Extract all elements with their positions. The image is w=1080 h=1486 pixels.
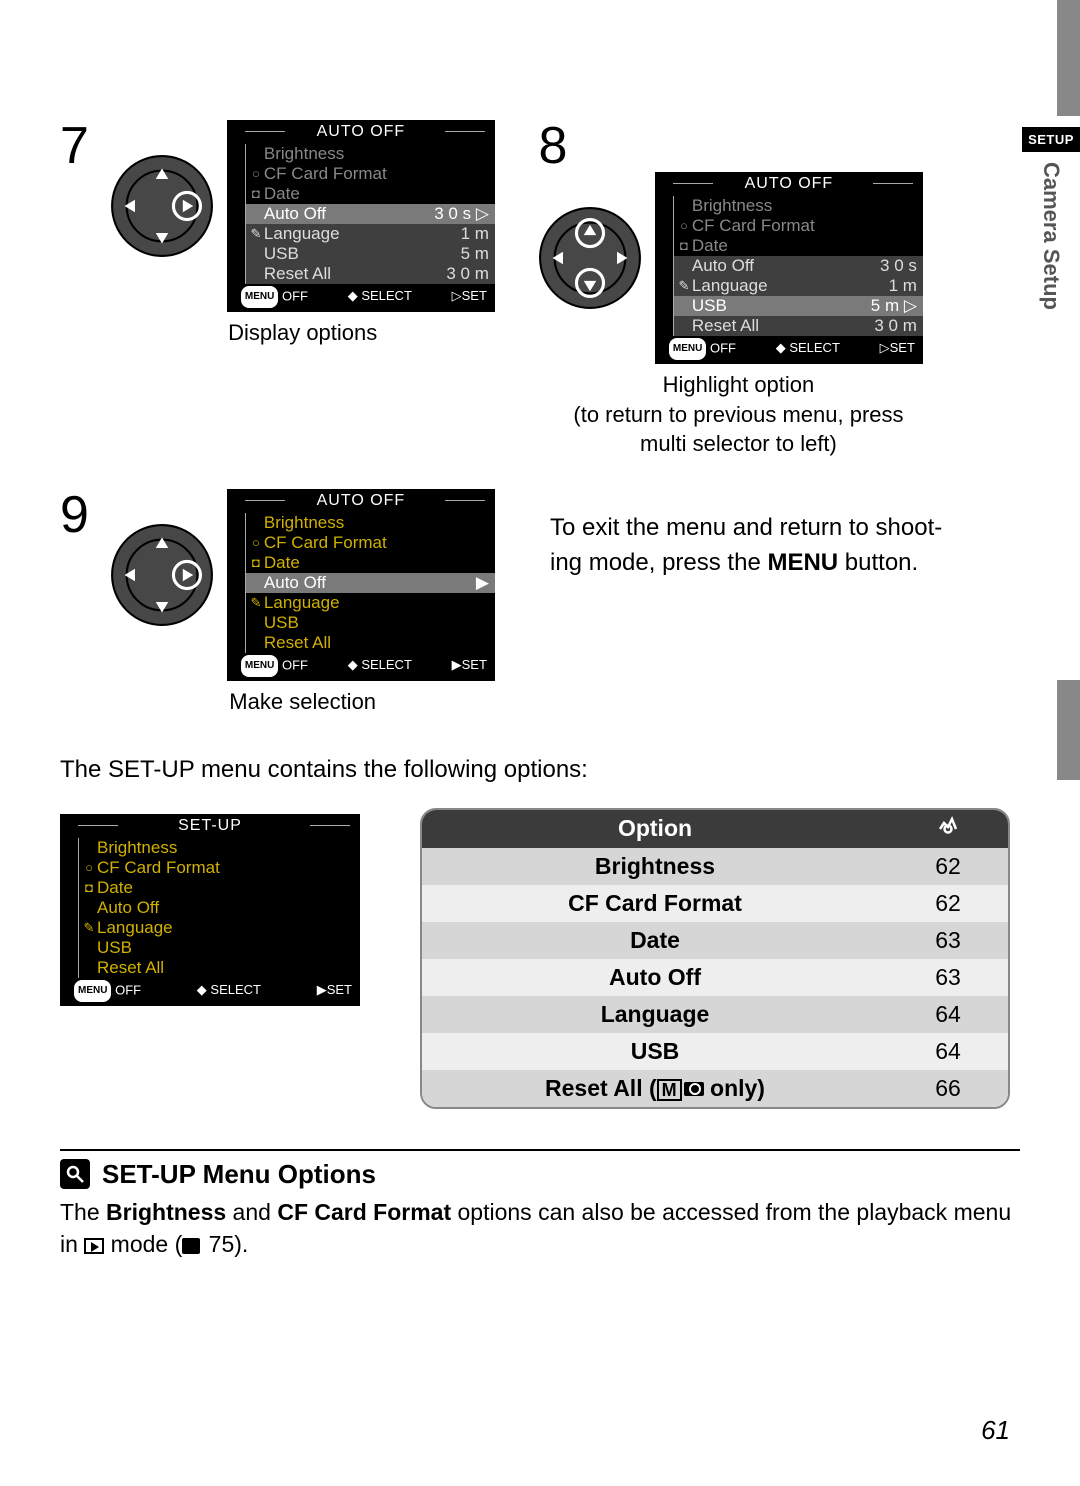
screen-items: Brightness○CF Card Format◘DateAuto Off✎L… xyxy=(78,838,360,978)
step-9: 9 AUTO O xyxy=(60,489,520,717)
note-title: SET-UP Menu Options xyxy=(102,1159,376,1190)
intro-text: The SET-UP menu contains the following o… xyxy=(60,753,1020,788)
note-body: The Brightness and CF Card Format option… xyxy=(60,1196,1020,1260)
screen-title: AUTO OFF xyxy=(227,122,495,142)
header-option: Option xyxy=(422,810,888,848)
note-heading: SET-UP Menu Options xyxy=(60,1149,1020,1190)
lcd-screen: AUTO OFF Brightness○CF Card Format◘DateA… xyxy=(227,489,495,681)
step-number: 9 xyxy=(60,489,106,541)
note-section: SET-UP Menu Options The Brightness and C… xyxy=(60,1149,1020,1260)
step-caption: Display options xyxy=(110,318,494,348)
lcd-screen: AUTO OFF Brightness○CF Card Format◘DateA… xyxy=(227,120,495,312)
step-caption: Highlight option (to return to previous … xyxy=(498,370,978,459)
header-page-icon xyxy=(888,810,1008,848)
step-number: 8 xyxy=(538,120,584,172)
step-number: 7 xyxy=(60,120,106,172)
screen-footer: MENU OFF ◆ SELECT ▷SET xyxy=(227,284,495,310)
playback-icon xyxy=(84,1238,104,1254)
screen-items: Brightness○CF Card Format◘DateAuto Off▶✎… xyxy=(245,513,495,653)
exit-instruction: To exit the menu and return to shoot- in… xyxy=(550,511,1020,581)
table-body: Brightness62CF Card Format62Date63Auto O… xyxy=(422,848,1008,1107)
dpad-icon xyxy=(110,523,214,627)
step-caption: Make selection xyxy=(110,687,494,717)
screen-footer: MENU OFF ◆ SELECT ▷SET xyxy=(655,336,923,362)
page-ref-icon xyxy=(182,1238,200,1254)
screen-items: Brightness○CF Card Format◘DateAuto Off3 … xyxy=(673,196,923,336)
screen-footer: MENU OFF ◆ SELECT ▶SET xyxy=(227,653,495,679)
table-header: Option xyxy=(422,810,1008,848)
screen-title: AUTO OFF xyxy=(655,174,923,194)
dpad-icon xyxy=(538,206,642,310)
screen-title: AUTO OFF xyxy=(227,491,495,511)
screen-items: Brightness○CF Card Format◘DateAuto Off3 … xyxy=(245,144,495,284)
screen-title: SET-UP xyxy=(60,816,360,836)
dpad-icon xyxy=(110,154,214,258)
step-8: 8 AUTO OFF Brig xyxy=(538,120,998,459)
note-icon xyxy=(60,1159,90,1189)
page-number: 61 xyxy=(981,1415,1010,1446)
lcd-screen: AUTO OFF Brightness○CF Card Format◘DateA… xyxy=(655,172,923,364)
screen-footer: MENU OFF ◆ SELECT ▶SET xyxy=(60,978,360,1004)
options-table: Option Brightness62CF Card Format62Date6… xyxy=(420,808,1010,1109)
step-7: 7 AUTO OFF Brightness○CF Car xyxy=(60,120,520,348)
lcd-screen-setup: SET-UP Brightness○CF Card Format◘DateAut… xyxy=(60,814,360,1006)
